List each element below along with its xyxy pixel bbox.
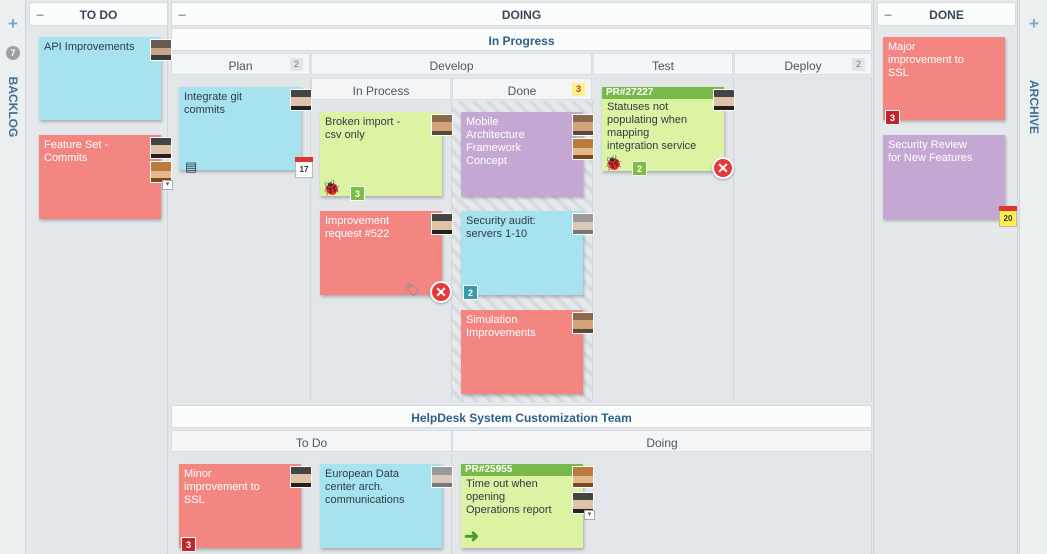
backlog-count-badge: 7 bbox=[6, 46, 20, 60]
count-badge: 3 bbox=[181, 537, 196, 552]
avatar bbox=[431, 213, 453, 235]
todo-lane-title: TO DO bbox=[79, 8, 118, 22]
test-title: Test bbox=[651, 59, 674, 73]
card-major-ssl[interactable]: Major improvement to SSL 3 bbox=[883, 37, 1005, 125]
card-title: Feature Set - Commits bbox=[44, 139, 109, 164]
card-title: Mobile Architecture Framework Concept bbox=[466, 116, 525, 167]
card-improvement-522[interactable]: Improvement request #522 🏷 ✕ bbox=[320, 211, 453, 303]
deploy-title: Deploy bbox=[784, 59, 822, 73]
expand-chevron-icon[interactable]: ▾ bbox=[162, 180, 173, 190]
bug-icon: 🐞 bbox=[322, 180, 341, 197]
card-title: Improvement request #522 bbox=[325, 215, 390, 240]
avatar bbox=[572, 138, 594, 160]
card-title: Minor improvement to SSL bbox=[184, 468, 260, 506]
avatar bbox=[150, 39, 172, 61]
card-minor-ssl[interactable]: Minor improvement to SSL 3 bbox=[179, 464, 312, 552]
helpdesk-todo-title: To Do bbox=[295, 436, 328, 450]
helpdesk-todo-header[interactable]: To Do bbox=[171, 430, 452, 452]
plan-wip-limit: 2 bbox=[290, 58, 303, 71]
todo-lane-header: − TO DO bbox=[29, 2, 168, 26]
helpdesk-doing-header[interactable]: Doing bbox=[452, 430, 872, 452]
pr-tag: PR#27227 bbox=[602, 87, 724, 99]
avatar bbox=[290, 89, 312, 111]
card-title: Integrate git commits bbox=[184, 91, 243, 116]
expand-chevron-icon[interactable]: ▾ bbox=[584, 510, 595, 520]
develop-title: Develop bbox=[429, 59, 474, 73]
card-mobile-architecture[interactable]: Mobile Architecture Framework Concept bbox=[461, 112, 594, 196]
due-date-calendar-icon: 20 bbox=[999, 206, 1017, 227]
helpdesk-title: HelpDesk System Customization Team bbox=[411, 411, 632, 425]
tag-icon: 🏷 bbox=[404, 282, 421, 297]
avatar bbox=[431, 466, 453, 488]
avatar bbox=[150, 137, 172, 159]
card-simulation[interactable]: Simulation Improvements bbox=[461, 310, 594, 394]
develop-done-wip-limit: 3 bbox=[572, 83, 585, 96]
subtask-count-badge: 2 bbox=[463, 285, 478, 300]
helpdesk-doing-title: Doing bbox=[646, 436, 678, 450]
done-lane-title: DONE bbox=[929, 8, 964, 22]
develop-done-column-header[interactable]: Done 3 bbox=[452, 78, 592, 100]
card-title: Security Review for New Features bbox=[888, 139, 973, 164]
blocked-icon[interactable]: ✕ bbox=[430, 281, 452, 303]
doing-lane-title: DOING bbox=[501, 8, 542, 22]
backlog-label[interactable]: BACKLOG bbox=[6, 77, 20, 138]
deploy-column bbox=[734, 77, 872, 402]
card-broken-import[interactable]: Broken import - csv only 🐞 3 bbox=[320, 112, 453, 201]
doing-lane-header: − DOING bbox=[171, 2, 872, 26]
develop-done-title: Done bbox=[507, 84, 537, 98]
avatar bbox=[713, 89, 735, 111]
card-feature-set[interactable]: Feature Set - Commits ▾ bbox=[39, 135, 173, 219]
subtask-count-badge: 3 bbox=[350, 186, 365, 201]
card-title: Time out when opening Operations report bbox=[466, 478, 552, 516]
archive-label[interactable]: ARCHIVE bbox=[1027, 80, 1041, 134]
in-process-title: In Process bbox=[352, 84, 410, 98]
subtask-count-badge: 2 bbox=[632, 161, 647, 176]
card-title: API Improvements bbox=[44, 41, 135, 53]
card-pr25955[interactable]: PR#25955 Time out when opening Operation… bbox=[461, 464, 595, 548]
card-pr27227[interactable]: PR#27227 Statuses not populating when ma… bbox=[602, 87, 735, 179]
avatar bbox=[290, 466, 312, 488]
due-date-calendar-icon: 17 bbox=[295, 157, 313, 178]
add-backlog-plus-icon[interactable]: + bbox=[0, 14, 26, 34]
deploy-wip-limit: 2 bbox=[852, 58, 865, 71]
card-security-review[interactable]: Security Review for New Features 20 bbox=[883, 135, 1017, 227]
card-title: European Data center arch. communication… bbox=[325, 468, 405, 506]
card-european-data[interactable]: European Data center arch. communication… bbox=[320, 464, 453, 548]
test-column-header[interactable]: Test bbox=[593, 53, 733, 75]
helpdesk-header[interactable]: HelpDesk System Customization Team bbox=[171, 405, 872, 428]
done-lane-header: − DONE bbox=[877, 2, 1016, 26]
card-title: Major improvement to SSL bbox=[888, 41, 964, 79]
in-process-column-header[interactable]: In Process bbox=[311, 78, 451, 100]
in-progress-title: In Progress bbox=[488, 34, 555, 48]
pr-tag: PR#25955 bbox=[461, 464, 583, 476]
card-api-improvements[interactable]: API Improvements bbox=[39, 37, 172, 120]
avatar bbox=[572, 213, 594, 235]
in-progress-header[interactable]: In Progress bbox=[171, 28, 872, 51]
archive-rail[interactable]: + ARCHIVE bbox=[1019, 0, 1047, 554]
bug-icon: 🐞 bbox=[604, 155, 623, 172]
plan-title: Plan bbox=[228, 59, 253, 73]
backlog-rail[interactable]: + 7 BACKLOG bbox=[0, 0, 26, 554]
count-badge: 3 bbox=[885, 110, 900, 125]
deploy-column-header[interactable]: Deploy 2 bbox=[734, 53, 872, 75]
avatar bbox=[572, 114, 594, 136]
avatar bbox=[572, 312, 594, 334]
move-arrow-icon: ➜ bbox=[464, 526, 480, 546]
card-title: Statuses not populating when mapping int… bbox=[607, 101, 697, 152]
card-title: Broken import - csv only bbox=[325, 116, 401, 141]
add-archive-plus-icon[interactable]: + bbox=[1020, 14, 1047, 34]
blocked-icon[interactable]: ✕ bbox=[712, 157, 734, 179]
card-title: Security audit: servers 1-10 bbox=[466, 215, 536, 240]
avatar bbox=[572, 466, 594, 488]
card-integrate-git[interactable]: Integrate git commits ▤ 17 bbox=[179, 87, 313, 178]
avatar bbox=[431, 114, 453, 136]
develop-column-header[interactable]: Develop bbox=[311, 53, 592, 75]
calculator-icon: ▤ bbox=[185, 159, 198, 174]
card-title: Simulation Improvements bbox=[466, 314, 536, 339]
card-security-audit[interactable]: Security audit: servers 1-10 2 bbox=[461, 211, 594, 300]
plan-column-header[interactable]: Plan 2 bbox=[171, 53, 310, 75]
